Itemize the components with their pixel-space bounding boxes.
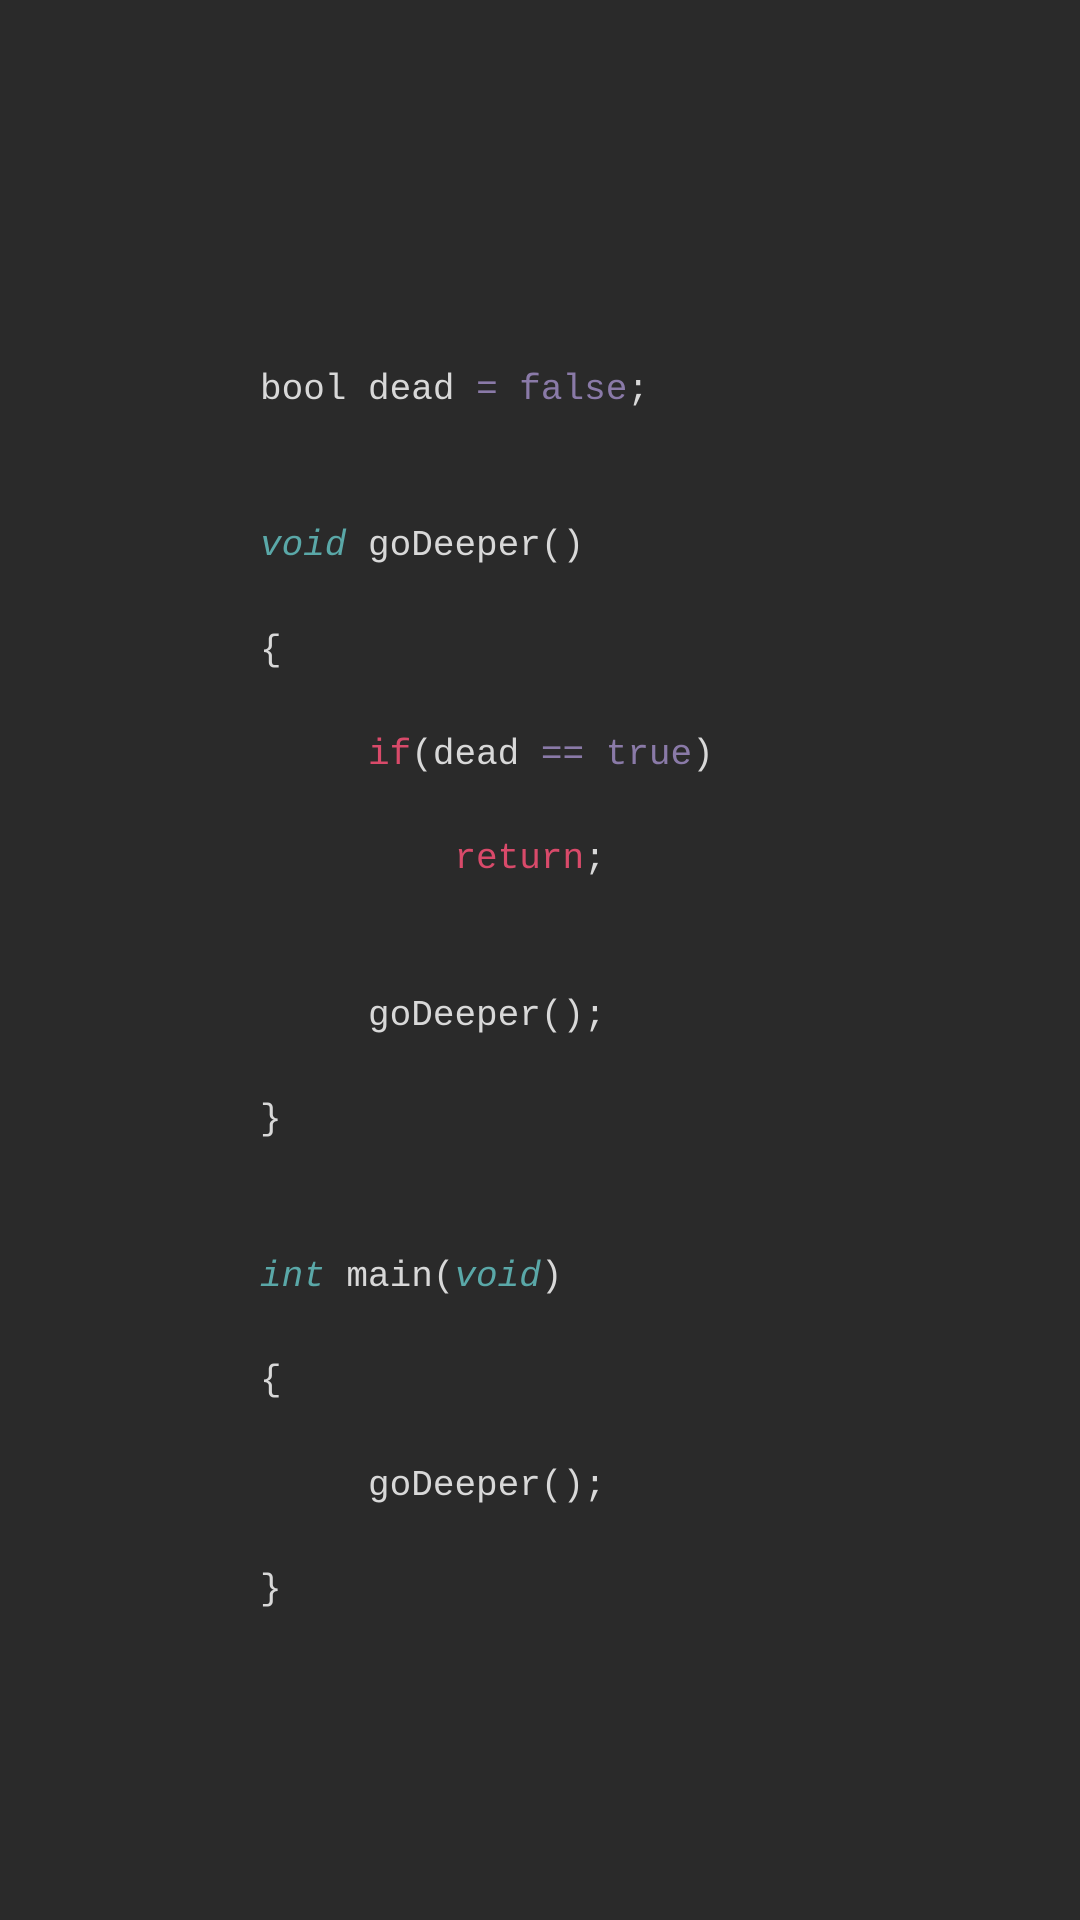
code-line-3: void goDeeper() [260,520,714,572]
bool-literal: false [519,369,627,410]
semicolon: ; [584,995,606,1036]
open-brace: { [260,1360,282,1401]
int-keyword: int [260,1256,325,1297]
function-name: main [346,1256,432,1297]
bool-literal: true [606,734,692,775]
paren-close: ) [541,1256,563,1297]
variable-name: dead [433,734,519,775]
indent [260,1465,368,1506]
open-brace: { [260,630,282,671]
code-line-1: bool dead = false; [260,364,714,416]
space [346,525,368,566]
paren-open: ( [433,1256,455,1297]
code-line-8: goDeeper(); [260,990,714,1042]
assign-operator: = [476,369,498,410]
function-name: goDeeper [368,525,541,566]
code-line-5: if(dead == true) [260,729,714,781]
void-keyword: void [454,1256,540,1297]
indent [260,734,368,775]
parentheses: () [541,1465,584,1506]
semicolon: ; [584,1465,606,1506]
space [519,734,541,775]
variable-name: dead [368,369,454,410]
function-call: goDeeper [368,1465,541,1506]
space [325,1256,347,1297]
code-line-4: { [260,625,714,677]
code-line-9: } [260,1094,714,1146]
equals-operator: == [541,734,584,775]
type-keyword: bool [260,369,346,410]
space [498,369,520,410]
code-block: bool dead = false; void goDeeper() { if(… [260,312,714,1669]
paren-open: ( [411,734,433,775]
code-line-13: goDeeper(); [260,1460,714,1512]
indent [260,995,368,1036]
code-line-14: } [260,1564,714,1616]
code-line-6: return; [260,833,714,885]
code-line-12: { [260,1355,714,1407]
close-brace: } [260,1569,282,1610]
space [584,734,606,775]
indent [260,838,454,879]
paren-close: ) [692,734,714,775]
semicolon: ; [627,369,649,410]
space [346,369,368,410]
function-call: goDeeper [368,995,541,1036]
parentheses: () [541,995,584,1036]
code-line-11: int main(void) [260,1251,714,1303]
void-keyword: void [260,525,346,566]
parentheses: () [541,525,584,566]
return-keyword: return [454,838,584,879]
space [454,369,476,410]
if-keyword: if [368,734,411,775]
close-brace: } [260,1099,282,1140]
semicolon: ; [584,838,606,879]
